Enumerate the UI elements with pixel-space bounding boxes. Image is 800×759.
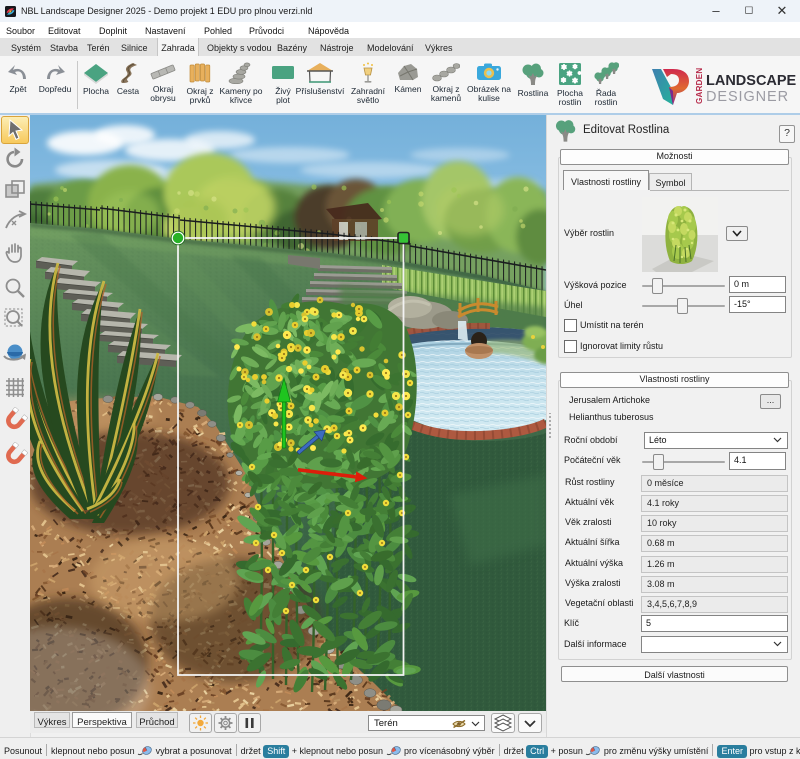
svg-text:DESIGNER: DESIGNER [706, 89, 789, 105]
svg-text:GARDEN: GARDEN [695, 68, 704, 104]
svg-text:LANDSCAPE: LANDSCAPE [706, 73, 797, 89]
